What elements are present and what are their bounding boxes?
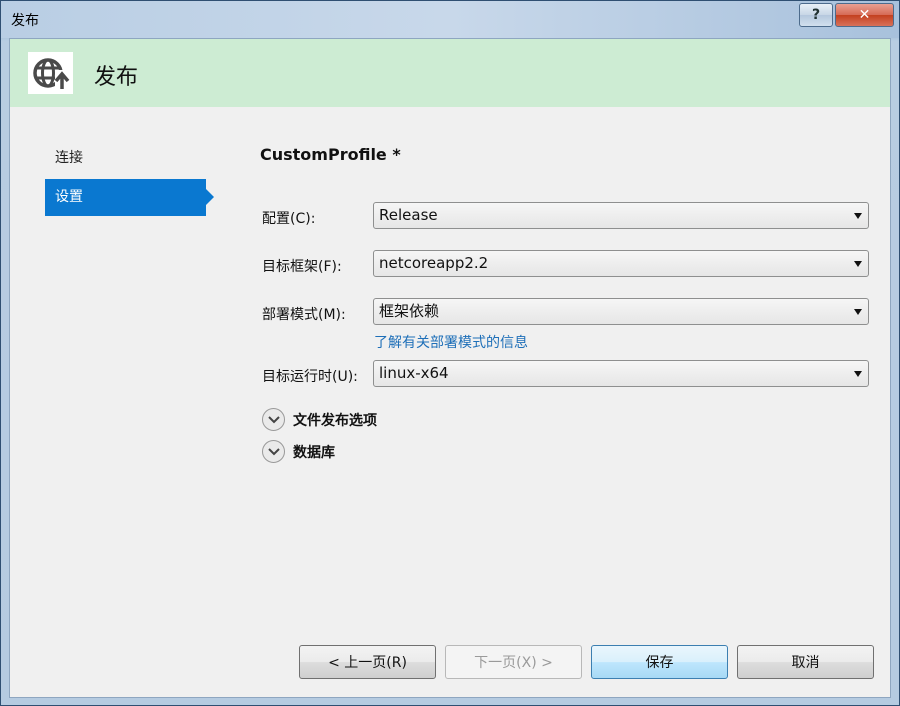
runtime-value: linux-x64 [379, 364, 449, 382]
framework-select[interactable]: netcoreapp2.2 [373, 250, 869, 277]
file-publish-options-expander[interactable]: 文件发布选项 [262, 408, 377, 431]
chevron-down-icon [262, 408, 285, 431]
header-band: 发布 [10, 39, 890, 107]
config-select[interactable]: Release [373, 202, 869, 229]
chevron-down-icon [854, 309, 862, 315]
save-button[interactable]: 保存 [591, 645, 728, 679]
sidebar-item-settings[interactable]: 设置 [45, 179, 214, 216]
profile-name: CustomProfile * [260, 145, 401, 164]
config-value: Release [379, 206, 438, 224]
chevron-down-icon [262, 440, 285, 463]
chevron-down-icon [854, 261, 862, 267]
globe-arrow-icon [28, 52, 73, 94]
deploy-mode-value: 框架依赖 [379, 302, 440, 320]
help-button[interactable]: ? [799, 3, 833, 27]
runtime-select[interactable]: linux-x64 [373, 360, 869, 387]
framework-value: netcoreapp2.2 [379, 254, 489, 272]
database-expander[interactable]: 数据库 [262, 440, 335, 463]
config-label: 配置(C): [262, 211, 316, 227]
close-button[interactable]: ✕ [835, 3, 894, 27]
title-bar[interactable]: 发布 ? ✕ [1, 1, 899, 38]
deploy-mode-label: 部署模式(M): [262, 307, 346, 323]
chevron-down-icon [854, 371, 862, 377]
runtime-label: 目标运行时(U): [262, 369, 358, 385]
chevron-down-icon [854, 213, 862, 219]
deploy-mode-select[interactable]: 框架依赖 [373, 298, 869, 325]
expander-label: 数据库 [293, 444, 335, 461]
next-button[interactable]: 下一页(X) > [445, 645, 582, 679]
sidebar-item-connect[interactable]: 连接 [45, 140, 206, 177]
framework-label: 目标框架(F): [262, 259, 342, 275]
dialog-body: 发布 连接 设置 CustomProfile * 配置(C): Release … [9, 38, 891, 698]
deploy-mode-info-link[interactable]: 了解有关部署模式的信息 [374, 332, 528, 352]
window-title: 发布 [11, 13, 39, 29]
back-button[interactable]: < 上一页(R) [299, 645, 436, 679]
cancel-button[interactable]: 取消 [737, 645, 874, 679]
page-title: 发布 [94, 65, 139, 90]
expander-label: 文件发布选项 [293, 412, 377, 429]
publish-dialog: 发布 ? ✕ 发布 连接 设置 CustomProfile * 配置(C): R… [0, 0, 900, 706]
